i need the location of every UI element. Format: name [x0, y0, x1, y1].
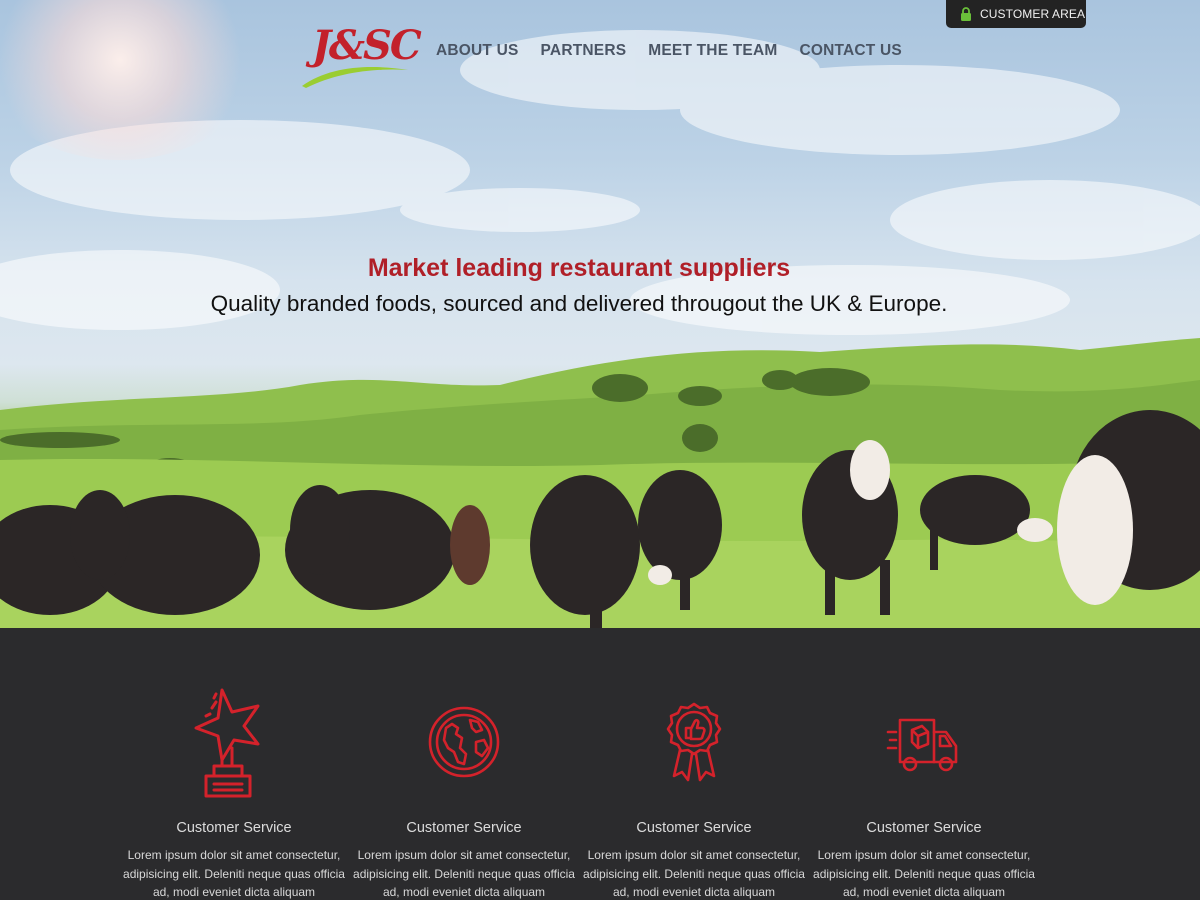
feature-text: Lorem ipsum dolor sit amet consectetur, … [353, 848, 575, 899]
features-section: Customer Service Lorem ipsum dolor sit a… [0, 628, 1200, 900]
logo-swoosh-icon [302, 67, 408, 88]
feature-title: Customer Service [636, 820, 752, 836]
nav-meet-the-team[interactable]: MEET THE TEAM [648, 42, 777, 60]
feature-text: Lorem ipsum dolor sit amet consectetur, … [813, 848, 1035, 899]
feature-title: Customer Service [406, 820, 522, 836]
customer-area-label: CUSTOMER AREA [980, 7, 1086, 21]
brand-logo[interactable]: J&SC [300, 14, 422, 90]
nav-partners[interactable]: PARTNERS [541, 42, 627, 60]
nav-contact-us[interactable]: CONTACT US [799, 42, 901, 60]
main-nav: ABOUT US PARTNERS MEET THE TEAM CONTACT … [436, 42, 902, 60]
hero-title: Market leading restaurant suppliers [367, 254, 791, 282]
nav-about-us[interactable]: ABOUT US [436, 42, 519, 60]
award-badge-icon [666, 702, 722, 782]
hero-banner: J&SC ABOUT US PARTNERS MEET THE TEAM CON… [0, 0, 1200, 628]
delivery-truck-icon [886, 718, 958, 772]
hero-subtitle: Quality branded foods, sourced and deliv… [210, 291, 948, 316]
trophy-star-icon [194, 688, 260, 798]
feature-text: Lorem ipsum dolor sit amet consectetur, … [123, 848, 345, 899]
feature-title: Customer Service [866, 820, 982, 836]
customer-area-button[interactable]: CUSTOMER AREA [946, 0, 1086, 28]
feature-title: Customer Service [176, 820, 292, 836]
globe-icon [428, 706, 500, 778]
page: J&SC ABOUT US PARTNERS MEET THE TEAM CON… [0, 0, 1200, 900]
lock-icon [961, 7, 971, 21]
feature-text: Lorem ipsum dolor sit amet consectetur, … [583, 848, 805, 899]
